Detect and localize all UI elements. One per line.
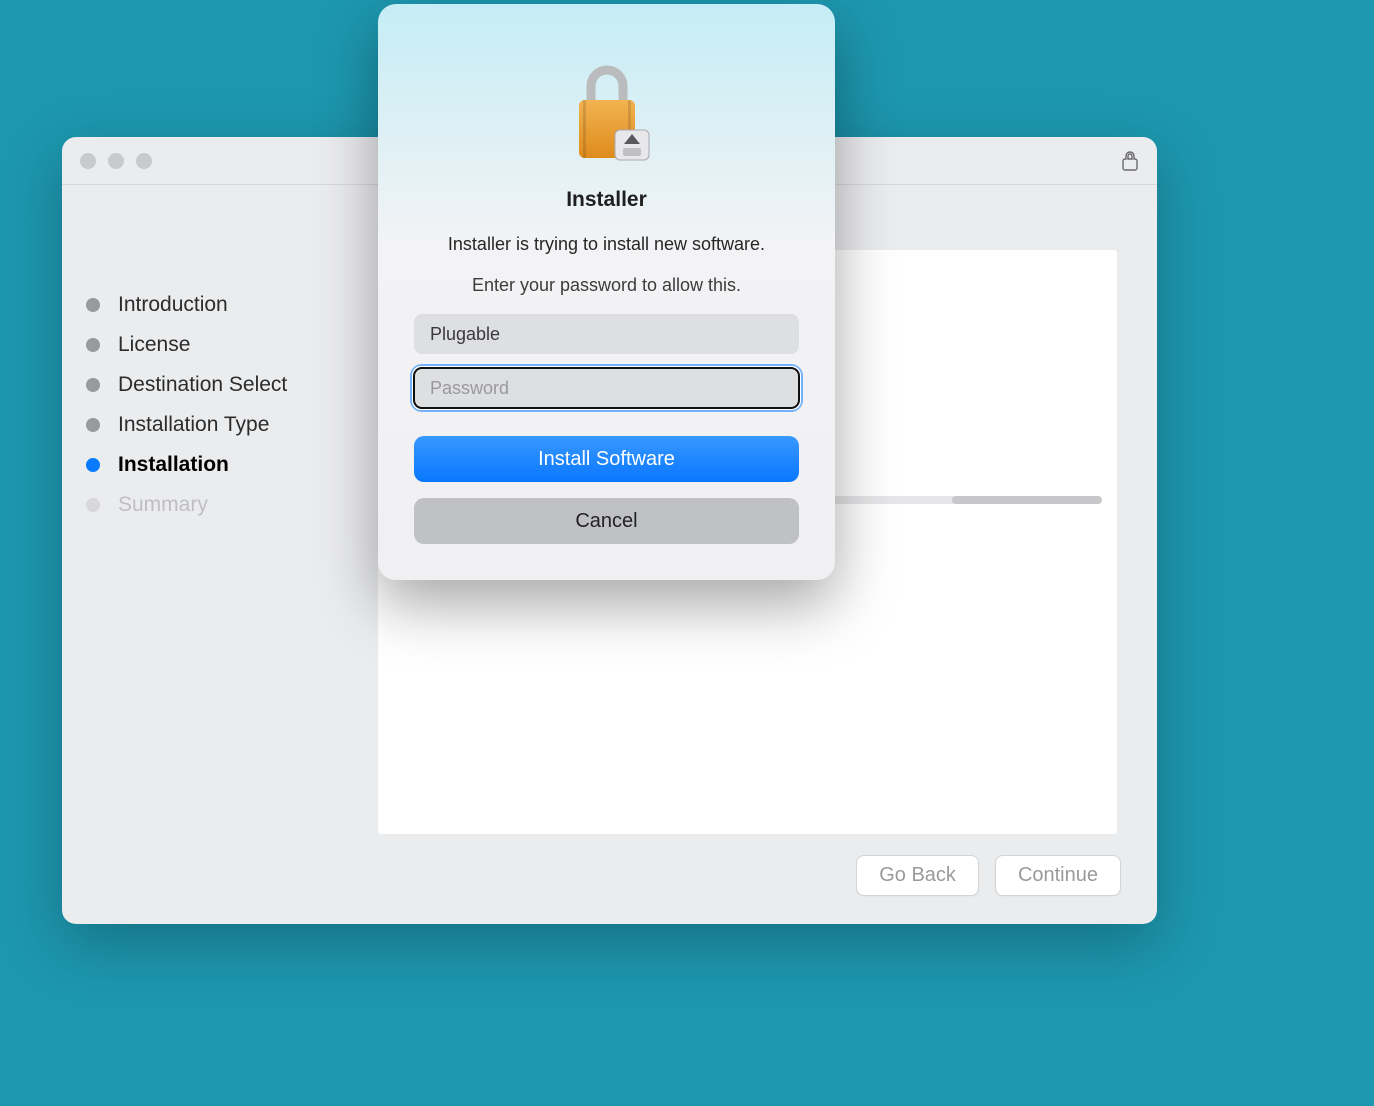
step-label: Introduction <box>118 293 228 317</box>
step-bullet-icon <box>86 418 100 432</box>
lock-large-icon <box>559 60 655 168</box>
fullscreen-window-button[interactable] <box>136 153 152 169</box>
auth-dialog-subtext: Enter your password to allow this. <box>414 275 799 296</box>
continue-button[interactable]: Continue <box>995 855 1121 896</box>
step-bullet-icon <box>86 298 100 312</box>
step-label: License <box>118 333 190 357</box>
step-bullet-icon <box>86 458 100 472</box>
step-bullet-icon <box>86 498 100 512</box>
step-summary: Summary <box>86 485 378 525</box>
auth-dialog: Installer Installer is trying to install… <box>378 4 835 580</box>
step-bullet-icon <box>86 378 100 392</box>
minimize-window-button[interactable] <box>108 153 124 169</box>
auth-dialog-message: Installer is trying to install new softw… <box>414 234 799 255</box>
username-field[interactable] <box>414 314 799 354</box>
step-label: Installation <box>118 453 229 477</box>
traffic-lights <box>80 153 152 169</box>
steps-sidebar: Introduction License Destination Select … <box>62 185 378 924</box>
auth-dialog-title: Installer <box>414 188 799 212</box>
step-installation-type: Installation Type <box>86 405 378 445</box>
step-destination-select: Destination Select <box>86 365 378 405</box>
step-introduction: Introduction <box>86 285 378 325</box>
step-bullet-icon <box>86 338 100 352</box>
install-software-button[interactable]: Install Software <box>414 436 799 482</box>
lock-icon <box>1121 150 1139 172</box>
password-field[interactable] <box>414 368 799 408</box>
step-installation: Installation <box>86 445 378 485</box>
step-license: License <box>86 325 378 365</box>
footer-buttons: Go Back Continue <box>856 855 1121 896</box>
step-label: Summary <box>118 493 208 517</box>
cancel-button[interactable]: Cancel <box>414 498 799 544</box>
progress-fill <box>952 496 1102 504</box>
close-window-button[interactable] <box>80 153 96 169</box>
step-label: Destination Select <box>118 373 287 397</box>
go-back-button[interactable]: Go Back <box>856 855 979 896</box>
step-label: Installation Type <box>118 413 269 437</box>
